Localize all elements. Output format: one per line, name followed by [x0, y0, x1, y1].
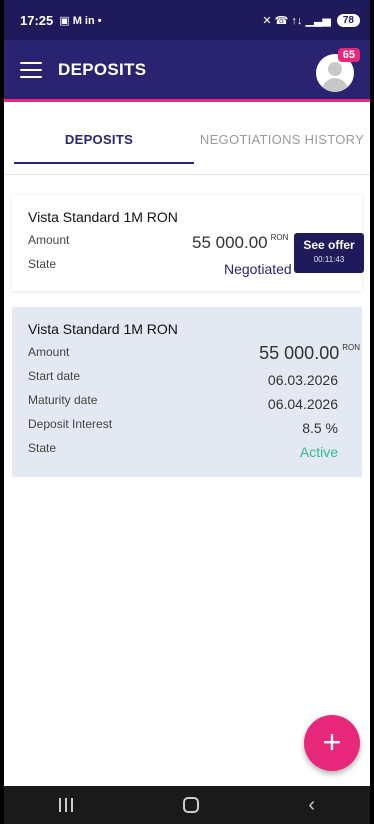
see-offer-label: See offer [303, 238, 355, 252]
deposit-state-label: State [28, 441, 57, 455]
page-title: DEPOSITS [58, 59, 147, 79]
see-offer-button[interactable]: See offer 00:11:43 [294, 233, 364, 273]
offer-timer: 00:11:43 [313, 255, 345, 264]
offer-card-title: Vista Standard 1M RON [28, 209, 178, 225]
deposit-state-value: Active [299, 444, 338, 460]
deposit-card-title: Vista Standard 1M RON [28, 321, 178, 337]
offer-currency: RON [270, 233, 289, 242]
start-date-value: 06.03.2026 [267, 372, 338, 388]
plus-icon: + [322, 724, 342, 760]
notification-badge: 65 [337, 48, 360, 62]
deposit-currency: RON [342, 343, 360, 352]
maturity-date-label: Maturity date [28, 393, 98, 407]
tab-deposits[interactable]: DEPOSITS [4, 105, 194, 174]
status-right-icons: ✕ ☎ ↑↓ ▁▃▅ 78 [262, 13, 360, 27]
recent-apps-icon[interactable] [58, 798, 73, 812]
deposit-card[interactable]: Vista Standard 1M RON Amount 55 000.00 RO… [12, 307, 362, 477]
status-notification-icons: ▣ M in • [59, 14, 102, 27]
signal-icons: ✕ ☎ ↑↓ ▁▃▅ [262, 14, 331, 27]
offer-amount-value: 55 000.00 RON [192, 233, 289, 252]
offer-card[interactable]: Vista Standard 1M RON Amount 55 000.00 RO… [12, 195, 364, 291]
back-icon[interactable]: ‹ [308, 795, 315, 815]
status-bar: 17:25 ▣ M in • ✕ ☎ ↑↓ ▁▃▅ 78 [4, 0, 370, 40]
deposit-interest-value: 8.5 % [302, 420, 338, 436]
profile-avatar-button[interactable]: 65 [314, 48, 360, 92]
battery-icon: 78 [336, 13, 360, 27]
phone-screen: 17:25 ▣ M in • ✕ ☎ ↑↓ ▁▃▅ 78 DEPOSITS 65… [4, 0, 370, 824]
home-icon[interactable] [182, 797, 199, 813]
offer-state-value: Negotiated [224, 261, 292, 277]
tab-negotiations-history[interactable]: NEGOTIATIONS HISTORY [194, 105, 370, 174]
tab-bar: DEPOSITS NEGOTIATIONS HISTORY [4, 105, 370, 175]
add-deposit-button[interactable]: + [304, 715, 360, 771]
maturity-date-value: 06.04.2026 [267, 396, 338, 412]
offer-state-label: State [28, 257, 57, 271]
offer-amount-label: Amount [28, 233, 70, 247]
system-nav-bar: ‹ [4, 786, 370, 824]
deposit-amount-value: 55 000.00 RON [259, 343, 360, 363]
deposit-amount-label: Amount [28, 345, 70, 359]
menu-icon[interactable] [20, 61, 42, 78]
start-date-label: Start date [28, 369, 81, 383]
deposit-interest-label: Deposit Interest [28, 417, 113, 431]
app-bar: DEPOSITS 65 [4, 40, 370, 102]
status-time: 17:25 [20, 12, 54, 28]
